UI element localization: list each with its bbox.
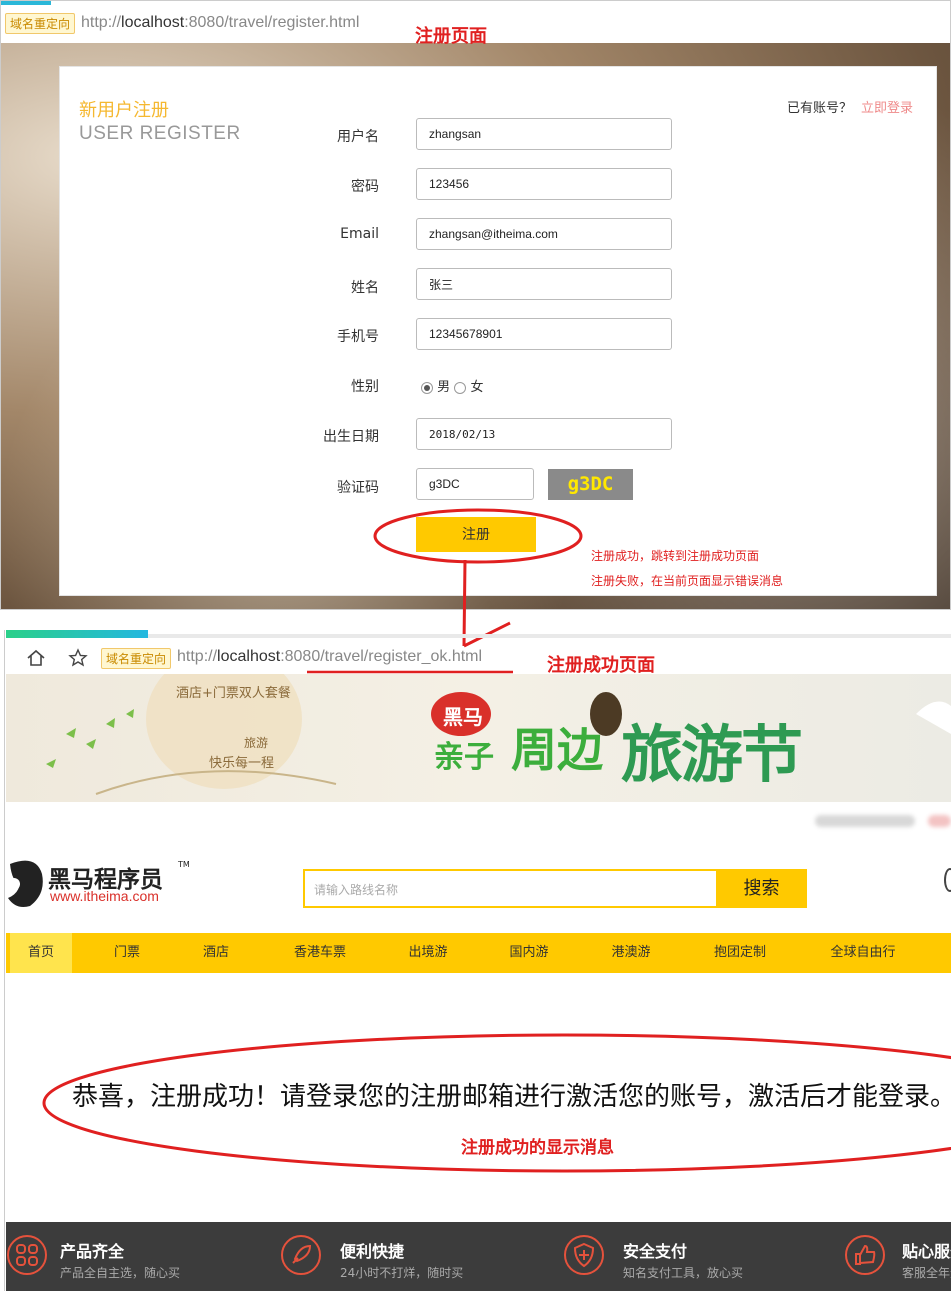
banner-left-line1: 酒店+门票双人套餐 xyxy=(176,686,291,701)
address-bar[interactable]: 域名重定向 http://localhost:8080/travel/regis… xyxy=(1,5,950,47)
redirect-tag: 域名重定向 xyxy=(5,13,76,34)
password-input[interactable] xyxy=(416,168,672,200)
annotation-register-page: 注册页面 xyxy=(415,26,487,47)
title-cn: 新用户注册 xyxy=(79,100,169,121)
email-input[interactable] xyxy=(416,218,672,250)
captcha-image[interactable]: g3DC xyxy=(548,469,633,500)
fail-note: 注册失败，在当前页面显示错误消息 xyxy=(591,574,784,588)
email-label: Email xyxy=(340,226,379,242)
phone-label: 手机号 xyxy=(337,329,379,345)
feature-sub: 知名支付工具，放心买 xyxy=(623,1266,744,1280)
captcha-label: 验证码 xyxy=(337,480,379,496)
shield-icon xyxy=(564,1235,604,1275)
register-highlight-ellipse xyxy=(373,508,583,564)
captcha-input[interactable] xyxy=(416,468,534,500)
edge-avatar xyxy=(944,868,951,892)
male-label: 男 xyxy=(437,380,451,395)
female-label: 女 xyxy=(470,380,484,395)
banner-main-a: 亲子 xyxy=(434,740,494,775)
banner-left-line2: 旅游 xyxy=(244,736,269,750)
username-input[interactable] xyxy=(416,118,672,150)
nav-hotel[interactable]: 酒店 xyxy=(190,933,242,973)
horse-logo-icon xyxy=(8,860,43,907)
brand-tm: TM xyxy=(178,860,190,869)
username-label: 用户名 xyxy=(337,129,379,145)
female-radio[interactable] xyxy=(454,381,467,394)
blurred-user-info xyxy=(815,815,915,827)
nav-domestic[interactable]: 国内游 xyxy=(499,933,559,973)
main-nav: 首页 门票 酒店 香港车票 出境游 国内游 港澳游 抱团定制 全球自由行 xyxy=(6,933,951,973)
promo-banner[interactable]: 酒店+门票双人套餐 旅游 快乐每一程 黑马 亲子 周边 旅游节 xyxy=(6,674,951,802)
title-en: USER REGISTER xyxy=(79,123,241,144)
register-page-screenshot: 域名重定向 http://localhost:8080/travel/regis… xyxy=(0,0,951,610)
search-input[interactable]: 请输入路线名称 xyxy=(314,881,398,898)
feature-title: 便利快捷 xyxy=(340,1242,405,1261)
rocket-icon xyxy=(281,1235,321,1275)
grid-icon xyxy=(7,1235,47,1275)
search-button[interactable]: 搜索 xyxy=(716,869,807,908)
gender-label: 性别 xyxy=(351,379,379,395)
feature-title: 安全支付 xyxy=(623,1242,688,1261)
url-text-2[interactable]: http://localhost:8080/travel/register_ok… xyxy=(177,648,482,666)
feature-service: 贴心服务 客服全年无休 xyxy=(844,1234,951,1284)
star-icon[interactable] xyxy=(68,648,88,668)
feature-footer: 产品齐全 产品全自主选，随心买 便利快捷 24小时不打烊，随时买 安全支付 知名… xyxy=(6,1222,951,1291)
banner-main-c: 旅游节 xyxy=(621,718,803,791)
name-input[interactable] xyxy=(416,268,672,300)
phone-input[interactable] xyxy=(416,318,672,350)
banner-main-b: 周边 xyxy=(511,723,603,777)
redirect-tag-2: 域名重定向 xyxy=(101,648,172,669)
feature-sub: 24小时不打烊，随时买 xyxy=(340,1266,464,1280)
load-progress-track xyxy=(148,634,951,638)
name-label: 姓名 xyxy=(351,280,379,296)
nav-home[interactable]: 首页 xyxy=(10,933,72,973)
male-radio[interactable] xyxy=(421,381,433,394)
load-progress-2 xyxy=(6,630,148,638)
login-question: 已有账号？ xyxy=(787,101,853,116)
gender-group: 男 女 xyxy=(421,376,483,395)
success-note: 注册成功，跳转到注册成功页面 xyxy=(591,549,760,563)
home-icon[interactable] xyxy=(26,649,46,667)
feature-sub: 产品全自主选，随心买 xyxy=(60,1266,181,1280)
birthday-label: 出生日期 xyxy=(323,429,379,445)
nav-outbound[interactable]: 出境游 xyxy=(398,933,458,973)
nav-global-free[interactable]: 全球自由行 xyxy=(818,933,908,973)
bottom-frame-border xyxy=(4,630,5,1291)
url-text[interactable]: http://localhost:8080/travel/register.ht… xyxy=(81,14,359,32)
thumbs-up-icon xyxy=(845,1235,885,1275)
nav-hk-macau[interactable]: 港澳游 xyxy=(601,933,661,973)
success-area: 恭喜，注册成功！请登录您的注册邮箱进行激活您的账号，激活后才能登录。 注册成功的… xyxy=(6,973,951,1222)
banner-left-line3: 快乐每一程 xyxy=(209,756,275,771)
nav-group-custom[interactable]: 抱团定制 xyxy=(702,933,778,973)
success-highlight-ellipse xyxy=(42,1033,951,1173)
brand-url: www.itheima.com xyxy=(50,888,159,904)
nav-hk-bus[interactable]: 香港车票 xyxy=(282,933,358,973)
feature-title: 贴心服务 xyxy=(902,1242,951,1261)
birthday-input[interactable] xyxy=(416,418,672,450)
blurred-link xyxy=(928,815,951,827)
feature-title: 产品齐全 xyxy=(60,1242,125,1261)
password-label: 密码 xyxy=(351,179,379,195)
nav-tickets[interactable]: 门票 xyxy=(101,933,153,973)
banner-tag: 黑马 xyxy=(443,705,483,729)
feature-sub: 客服全年无休 xyxy=(902,1266,951,1280)
login-link[interactable]: 立即登录 xyxy=(861,97,913,116)
